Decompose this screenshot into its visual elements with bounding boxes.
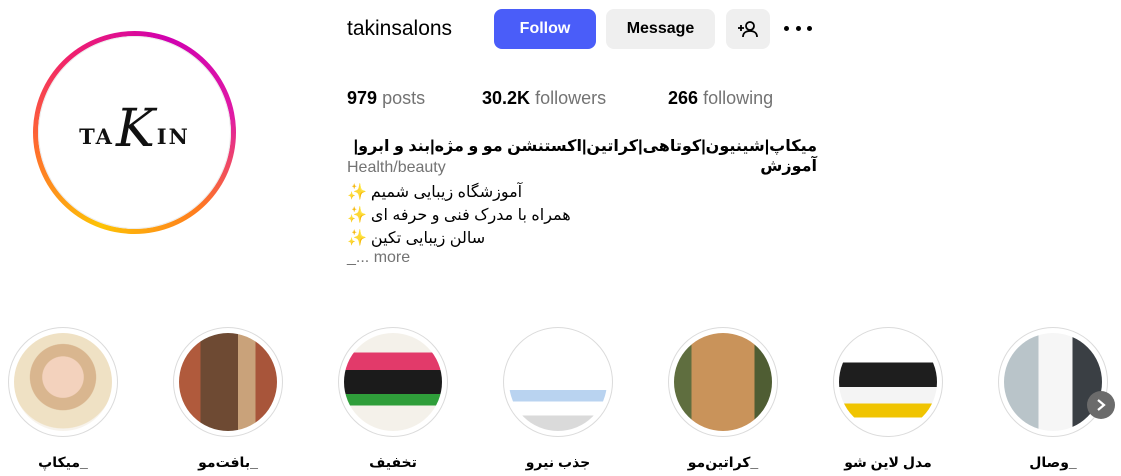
bio-category: Health/beauty <box>347 159 446 176</box>
sparkle-icon: ✨ <box>347 207 367 224</box>
highlight-keratin[interactable]: _کراتین‌مو <box>668 327 778 470</box>
highlight-label: جذب نیرو <box>525 454 591 470</box>
add-user-icon <box>738 21 758 38</box>
more-options-icon[interactable] <box>784 16 812 40</box>
highlight-discount[interactable]: تخفیف <box>338 327 448 470</box>
following-stat[interactable]: 266 following <box>668 88 773 109</box>
highlight-cover <box>1004 333 1102 431</box>
highlight-label: _کراتین‌مو <box>687 454 759 470</box>
highlight-makeup[interactable]: _میکاپ <box>8 327 118 470</box>
posts-count: 979 <box>347 88 378 108</box>
highlight-cover <box>509 333 607 431</box>
highlight-cover <box>179 333 277 431</box>
profile-avatar[interactable]: TA K IN <box>33 31 236 234</box>
sparkle-icon: ✨ <box>347 184 367 201</box>
highlight-cover <box>344 333 442 431</box>
follow-button[interactable]: Follow <box>494 9 596 49</box>
highlight-cover <box>839 333 937 431</box>
logo-text-left: TA <box>79 124 114 149</box>
highlight-label: _بافت‌مو <box>198 454 258 470</box>
chevron-right-icon <box>1097 399 1106 411</box>
highlight-cover <box>14 333 112 431</box>
bio-line: ✨ همراه با مدرک فنی و حرفه ای <box>347 205 571 225</box>
highlight-cover <box>674 333 772 431</box>
dot <box>807 25 812 31</box>
highlight-label: مدل لاین شو <box>844 454 932 470</box>
bio-more-link[interactable]: _... more <box>347 249 410 267</box>
highlight-lineshow[interactable]: مدل لاین شو <box>833 327 943 470</box>
takin-logo: TA K IN <box>38 36 231 229</box>
profile-username: takinsalons <box>347 17 453 40</box>
dot <box>795 25 801 31</box>
dot <box>784 25 789 31</box>
bio-line-text: آموزشگاه زیبایی شمیم <box>370 184 523 201</box>
following-count: 266 <box>668 88 699 108</box>
sparkle-icon: ✨ <box>347 230 367 247</box>
logo-text-right: IN <box>156 124 190 149</box>
posts-stat: 979 posts <box>347 88 425 109</box>
followers-stat[interactable]: 30.2K followers <box>482 88 606 109</box>
highlights-next-button[interactable] <box>1087 391 1115 419</box>
highlight-label: _وصال <box>1029 454 1077 470</box>
bio-line: ✨ سالن زیبایی تکین <box>347 228 485 248</box>
following-label: following <box>703 88 774 108</box>
message-button[interactable]: Message <box>606 9 715 49</box>
suggest-user-button[interactable] <box>726 9 770 49</box>
highlight-label: _میکاپ <box>38 454 88 470</box>
bio-line: ✨ آموزشگاه زیبایی شمیم <box>347 182 522 202</box>
followers-count: 30.2K <box>482 88 531 108</box>
bio-line-text: سالن زیبایی تکین <box>370 230 486 247</box>
highlight-label: تخفیف <box>369 454 417 470</box>
posts-label: posts <box>382 88 426 108</box>
bio-line-text: همراه با مدرک فنی و حرفه ای <box>370 207 571 224</box>
highlight-braid[interactable]: _بافت‌مو <box>173 327 283 470</box>
highlight-hiring[interactable]: جذب نیرو <box>503 327 613 470</box>
logo-k: K <box>115 98 155 159</box>
more-label[interactable]: more <box>374 249 410 266</box>
bio-trailing: _... <box>347 249 370 266</box>
followers-label: followers <box>535 88 607 108</box>
